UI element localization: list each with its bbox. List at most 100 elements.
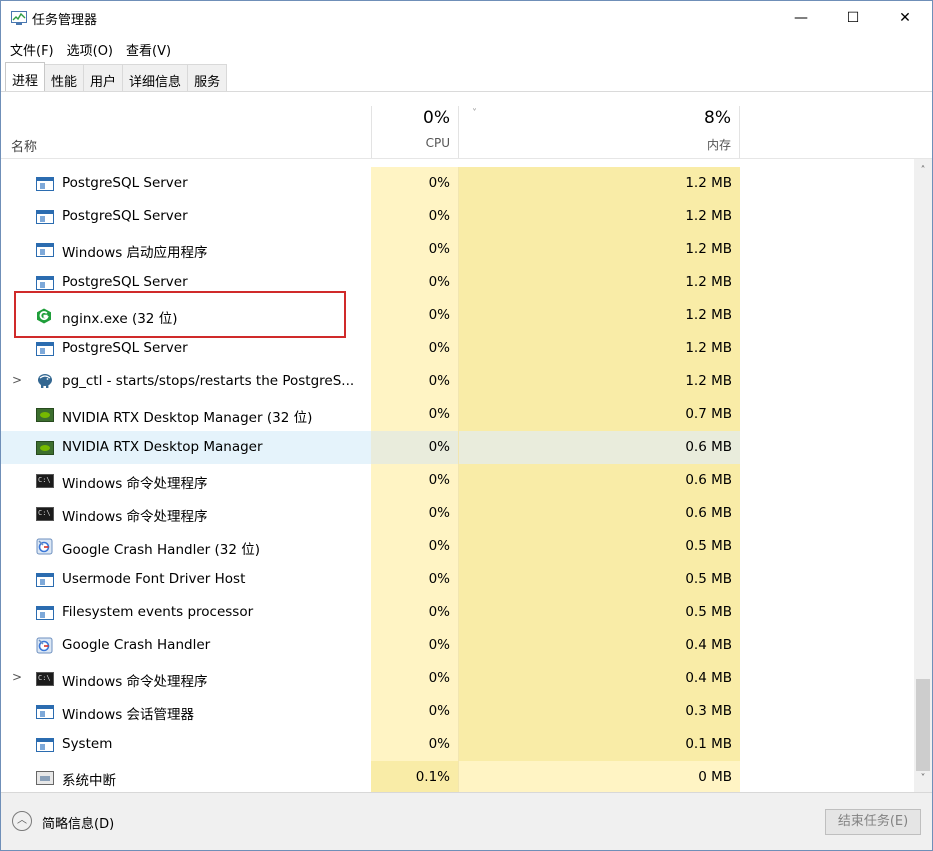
tab-users[interactable]: 用户 bbox=[83, 64, 124, 91]
memory-value: 0.1 MB bbox=[685, 736, 732, 752]
scroll-down-arrow-icon[interactable]: ˅ bbox=[914, 773, 932, 789]
column-memory-header[interactable]: ˅ 8% 内存 bbox=[458, 106, 740, 159]
app-window-icon bbox=[36, 705, 54, 719]
memory-cell: 0.3 MB bbox=[458, 695, 740, 728]
process-name-cell[interactable]: NVIDIA RTX Desktop Manager bbox=[1, 431, 371, 464]
process-name: Windows 启动应用程序 bbox=[62, 245, 208, 261]
nvidia-icon bbox=[36, 408, 54, 422]
memory-total-percent: 8% bbox=[704, 108, 731, 128]
process-name-cell[interactable]: Filesystem events processor bbox=[1, 596, 371, 629]
minimize-button[interactable]: — bbox=[778, 1, 824, 35]
column-cpu-header[interactable]: 0% CPU bbox=[371, 106, 458, 159]
process-row[interactable]: Windows 命令处理程序 0% 0.6 MB bbox=[1, 497, 914, 530]
app-window-icon bbox=[36, 210, 54, 224]
tab-services[interactable]: 服务 bbox=[187, 64, 228, 91]
process-name: PostgreSQL Server bbox=[62, 340, 188, 356]
process-name-cell[interactable]: Google Crash Handler bbox=[1, 629, 371, 662]
menu-view[interactable]: 查看(V) bbox=[117, 38, 175, 60]
cpu-value: 0% bbox=[428, 637, 450, 653]
app-window-icon bbox=[36, 606, 54, 620]
fewer-details-link[interactable]: 简略信息(D) bbox=[42, 813, 114, 832]
expand-chevron-icon[interactable]: > bbox=[12, 670, 22, 684]
cpu-value: 0% bbox=[428, 274, 450, 290]
menu-file[interactable]: 文件(F) bbox=[1, 38, 58, 60]
process-name-cell[interactable]: System bbox=[1, 728, 371, 761]
process-name: PostgreSQL Server bbox=[62, 208, 188, 224]
memory-cell: 1.2 MB bbox=[458, 233, 740, 266]
memory-value: 0.7 MB bbox=[685, 406, 732, 422]
annotation-highlight-box bbox=[14, 291, 346, 338]
process-name-cell[interactable]: PostgreSQL Server bbox=[1, 167, 371, 200]
cpu-cell: 0% bbox=[371, 365, 458, 398]
process-row[interactable]: > Windows 命令处理程序 0% 0.4 MB bbox=[1, 662, 914, 695]
cpu-total-percent: 0% bbox=[423, 108, 450, 128]
process-name-cell[interactable]: Usermode Font Driver Host bbox=[1, 563, 371, 596]
memory-value: 0.5 MB bbox=[685, 538, 732, 554]
column-name-header[interactable]: 名称 bbox=[11, 136, 37, 155]
process-row[interactable]: System 0% 0.1 MB bbox=[1, 728, 914, 761]
process-row[interactable]: Windows 会话管理器 0% 0.3 MB bbox=[1, 695, 914, 728]
process-name-cell[interactable]: Google Crash Handler (32 位) bbox=[1, 530, 371, 563]
cpu-value: 0% bbox=[428, 340, 450, 356]
memory-cell: 0 MB bbox=[458, 761, 740, 792]
app-window-icon bbox=[36, 276, 54, 290]
process-name: NVIDIA RTX Desktop Manager (32 位) bbox=[62, 410, 313, 426]
process-name-cell[interactable]: Windows 会话管理器 bbox=[1, 695, 371, 728]
cpu-value: 0% bbox=[428, 307, 450, 323]
memory-cell: 1.2 MB bbox=[458, 266, 740, 299]
collapse-chevron-icon[interactable]: ︿ bbox=[12, 811, 32, 831]
cpu-cell: 0% bbox=[371, 431, 458, 464]
menu-options[interactable]: 选项(O) bbox=[58, 38, 117, 60]
minimize-icon: — bbox=[794, 10, 808, 26]
process-name-cell[interactable]: > Windows 命令处理程序 bbox=[1, 662, 371, 695]
tab-processes[interactable]: 进程 bbox=[5, 62, 46, 91]
process-row[interactable]: > pg_ctl - starts/stops/restarts the Post… bbox=[1, 365, 914, 398]
close-button[interactable]: ✕ bbox=[882, 1, 928, 35]
process-row[interactable]: Google Crash Handler (32 位) 0% 0.5 MB bbox=[1, 530, 914, 563]
menu-bar: 文件(F) 选项(O) 查看(V) bbox=[1, 38, 175, 60]
process-name-cell[interactable]: Windows 启动应用程序 bbox=[1, 233, 371, 266]
maximize-button[interactable]: ☐ bbox=[830, 1, 876, 35]
expand-chevron-icon[interactable]: > bbox=[12, 373, 22, 387]
process-name-cell[interactable]: 系统中断 bbox=[1, 761, 371, 792]
process-row[interactable]: NVIDIA RTX Desktop Manager 0% 0.6 MB bbox=[1, 431, 914, 464]
process-row[interactable]: 系统中断 0.1% 0 MB bbox=[1, 761, 914, 792]
process-name: Google Crash Handler (32 位) bbox=[62, 542, 260, 558]
process-row[interactable]: PostgreSQL Server 0% 1.2 MB bbox=[1, 200, 914, 233]
process-row[interactable]: Google Crash Handler 0% 0.4 MB bbox=[1, 629, 914, 662]
memory-value: 1.2 MB bbox=[685, 208, 732, 224]
footer-bar: ︿ 简略信息(D) 结束任务(E) bbox=[1, 792, 932, 850]
process-name-cell[interactable]: PostgreSQL Server bbox=[1, 200, 371, 233]
process-name: 系统中断 bbox=[62, 773, 116, 789]
scroll-thumb[interactable] bbox=[916, 679, 930, 771]
tab-performance[interactable]: 性能 bbox=[44, 64, 85, 91]
process-name-cell[interactable]: Windows 命令处理程序 bbox=[1, 497, 371, 530]
scroll-up-arrow-icon[interactable]: ˄ bbox=[914, 165, 932, 181]
process-name-cell[interactable]: NVIDIA RTX Desktop Manager (32 位) bbox=[1, 398, 371, 431]
cpu-cell: 0% bbox=[371, 299, 458, 332]
memory-value: 0 MB bbox=[698, 769, 732, 785]
close-icon: ✕ bbox=[899, 10, 911, 26]
process-row[interactable]: PostgreSQL Server 0% 1.2 MB bbox=[1, 167, 914, 200]
process-name: NVIDIA RTX Desktop Manager bbox=[62, 439, 263, 455]
tab-details[interactable]: 详细信息 bbox=[122, 64, 189, 91]
memory-value: 0.6 MB bbox=[685, 505, 732, 521]
process-row[interactable]: Usermode Font Driver Host 0% 0.5 MB bbox=[1, 563, 914, 596]
task-manager-window: 任务管理器 — ☐ ✕ 文件(F) 选项(O) 查看(V) 进程 性能 用户 详… bbox=[0, 0, 933, 851]
end-task-button[interactable]: 结束任务(E) bbox=[825, 809, 921, 835]
process-name: Windows 命令处理程序 bbox=[62, 674, 208, 690]
cpu-value: 0% bbox=[428, 670, 450, 686]
process-row[interactable]: NVIDIA RTX Desktop Manager (32 位) 0% 0.7 M… bbox=[1, 398, 914, 431]
process-row[interactable]: Windows 启动应用程序 0% 1.2 MB bbox=[1, 233, 914, 266]
process-name: PostgreSQL Server bbox=[62, 175, 188, 191]
cpu-cell: 0% bbox=[371, 398, 458, 431]
memory-cell: 1.2 MB bbox=[458, 200, 740, 233]
process-name-cell[interactable]: > pg_ctl - starts/stops/restarts the Post… bbox=[1, 365, 371, 398]
process-row[interactable]: Filesystem events processor 0% 0.5 MB bbox=[1, 596, 914, 629]
process-row[interactable]: Windows 命令处理程序 0% 0.6 MB bbox=[1, 464, 914, 497]
title-bar[interactable]: 任务管理器 — ☐ ✕ bbox=[1, 1, 932, 35]
process-name-cell[interactable]: Windows 命令处理程序 bbox=[1, 464, 371, 497]
app-window-icon bbox=[36, 573, 54, 587]
column-header: 名称 0% CPU ˅ 8% 内存 bbox=[1, 92, 932, 159]
vertical-scrollbar[interactable]: ˄ ˅ bbox=[914, 159, 932, 792]
